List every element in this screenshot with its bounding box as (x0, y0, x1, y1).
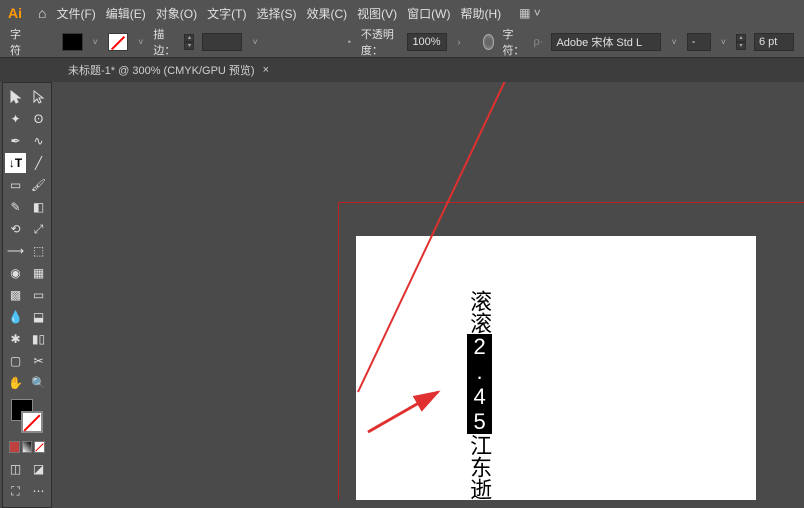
opacity-label: 不透明度： (361, 26, 400, 58)
paintbrush-tool[interactable]: 🖌 (28, 175, 49, 195)
stroke-swatch[interactable] (108, 33, 128, 51)
curvature-tool[interactable]: ∿ (28, 131, 49, 151)
char-label: 字符： (502, 26, 525, 58)
perspective-tool[interactable]: ▦ (28, 263, 49, 283)
artboard-tool[interactable]: ▢ (5, 351, 26, 371)
stroke-weight-stepper[interactable]: ▴▾ (184, 34, 194, 50)
edit-toolbar[interactable]: ⋯ (28, 481, 49, 501)
font-style-dropdown-icon[interactable]: ˅ (719, 37, 728, 47)
eyedropper-tool[interactable]: 💧 (5, 307, 26, 327)
screen-mode[interactable]: ⛶ (5, 481, 26, 501)
options-bar: 字符 ˅ ˅ 描边： ▴▾ ˅ • 不透明度： › 字符： ρ· ˅ ˅ ▴▾ (0, 26, 804, 58)
magic-wand-tool[interactable]: ✦ (5, 109, 26, 129)
lasso-tool[interactable]: ʘ (28, 109, 49, 129)
font-style-input[interactable] (687, 33, 711, 51)
menu-object[interactable]: 对象(O) (156, 5, 197, 22)
rotate-tool[interactable]: ⟲ (5, 219, 26, 239)
width-tool[interactable]: ⟶ (5, 241, 26, 261)
vertical-text-object[interactable]: 滚滚2.45江东逝水 (468, 290, 491, 500)
document-tab[interactable]: 未标题-1* @ 300% (CMYK/GPU 预览) × (60, 62, 277, 78)
free-transform-tool[interactable]: ⬚ (28, 241, 49, 261)
opacity-input[interactable] (407, 33, 447, 51)
opacity-dropdown-icon[interactable]: › (455, 37, 462, 47)
gradient-tool[interactable]: ▭ (28, 285, 49, 305)
slice-tool[interactable]: ✂ (28, 351, 49, 371)
hand-tool[interactable]: ✋ (5, 373, 26, 393)
menu-view[interactable]: 视图(V) (357, 5, 397, 22)
font-size-stepper[interactable]: ▴▾ (736, 34, 746, 50)
globe-icon[interactable] (483, 34, 495, 50)
close-icon[interactable]: × (263, 64, 269, 76)
draw-mode-normal[interactable]: ◫ (5, 459, 26, 479)
text-selected: 2.45 (467, 334, 492, 434)
text-before: 滚滚 (467, 290, 492, 334)
panel-label: 字符 (10, 26, 25, 58)
none-mode-icon[interactable] (34, 441, 45, 453)
main-menu-bar: Ai ⌂ 文件(F) 编辑(E) 对象(O) 文字(T) 选择(S) 效果(C)… (0, 0, 804, 26)
font-size-input[interactable] (754, 33, 794, 51)
app-logo: Ai (8, 5, 28, 21)
stroke-label: 描边： (153, 26, 176, 58)
fill-swatch[interactable] (62, 33, 82, 51)
menu-edit[interactable]: 编辑(E) (106, 5, 146, 22)
graph-tool[interactable]: ▮▯ (28, 329, 49, 349)
fill-dropdown-icon[interactable]: ˅ (91, 37, 100, 47)
gradient-mode-icon[interactable] (22, 441, 33, 453)
menu-select[interactable]: 选择(S) (256, 5, 296, 22)
menu-file[interactable]: 文件(F) (56, 5, 95, 22)
selection-tool[interactable] (5, 87, 26, 107)
canvas-area[interactable]: 滚滚2.45江东逝水 (58, 82, 804, 500)
eraser-tool[interactable]: ◧ (28, 197, 49, 217)
pen-tool[interactable]: ✒ (5, 131, 26, 151)
menu-help[interactable]: 帮助(H) (460, 5, 501, 22)
menu-type[interactable]: 文字(T) (207, 5, 246, 22)
stroke-dropdown-icon[interactable]: ˅ (136, 37, 145, 47)
shaper-tool[interactable]: ✎ (5, 197, 26, 217)
document-tab-bar: 未标题-1* @ 300% (CMYK/GPU 预览) × (0, 58, 804, 82)
stroke-weight-input[interactable] (202, 33, 242, 51)
menu-window[interactable]: 窗口(W) (407, 5, 450, 22)
draw-mode-behind[interactable]: ◪ (28, 459, 49, 479)
font-family-input[interactable] (551, 33, 661, 51)
stroke-weight-dropdown-icon[interactable]: ˅ (250, 37, 259, 47)
zoom-tool[interactable]: 🔍 (28, 373, 49, 393)
direct-selection-tool[interactable] (28, 87, 49, 107)
scale-tool[interactable]: ⤢ (28, 219, 49, 239)
blend-tool[interactable]: ⬓ (28, 307, 49, 327)
font-family-dropdown-icon[interactable]: ˅ (669, 37, 678, 47)
rectangle-tool[interactable]: ▭ (5, 175, 26, 195)
text-after: 江东逝水 (467, 434, 492, 500)
search-icon: ρ· (534, 36, 544, 48)
color-mode-icon[interactable] (9, 441, 20, 453)
color-mode-row (5, 439, 49, 455)
symbol-sprayer-tool[interactable]: ✱ (5, 329, 26, 349)
tool-panel: ✦ʘ ✒∿ ↓T╱ ▭🖌 ✎◧ ⟲⤢ ⟶⬚ ◉▦ ▩▭ 💧⬓ ✱▮▯ ▢✂ ✋🔍… (2, 82, 52, 508)
mesh-tool[interactable]: ▩ (5, 285, 26, 305)
shape-builder-tool[interactable]: ◉ (5, 263, 26, 283)
type-tool[interactable]: ↓T (5, 153, 26, 173)
document-tab-title: 未标题-1* @ 300% (CMYK/GPU 预览) (68, 62, 255, 78)
menu-effect[interactable]: 效果(C) (306, 5, 347, 22)
stroke-color-well[interactable] (21, 411, 43, 433)
home-icon[interactable]: ⌂ (38, 5, 46, 21)
artboard[interactable] (356, 236, 756, 500)
color-wells[interactable] (9, 399, 45, 433)
line-tool[interactable]: ╱ (28, 153, 49, 173)
workspace-switcher-icon[interactable]: ▦ ˅ (519, 6, 541, 20)
